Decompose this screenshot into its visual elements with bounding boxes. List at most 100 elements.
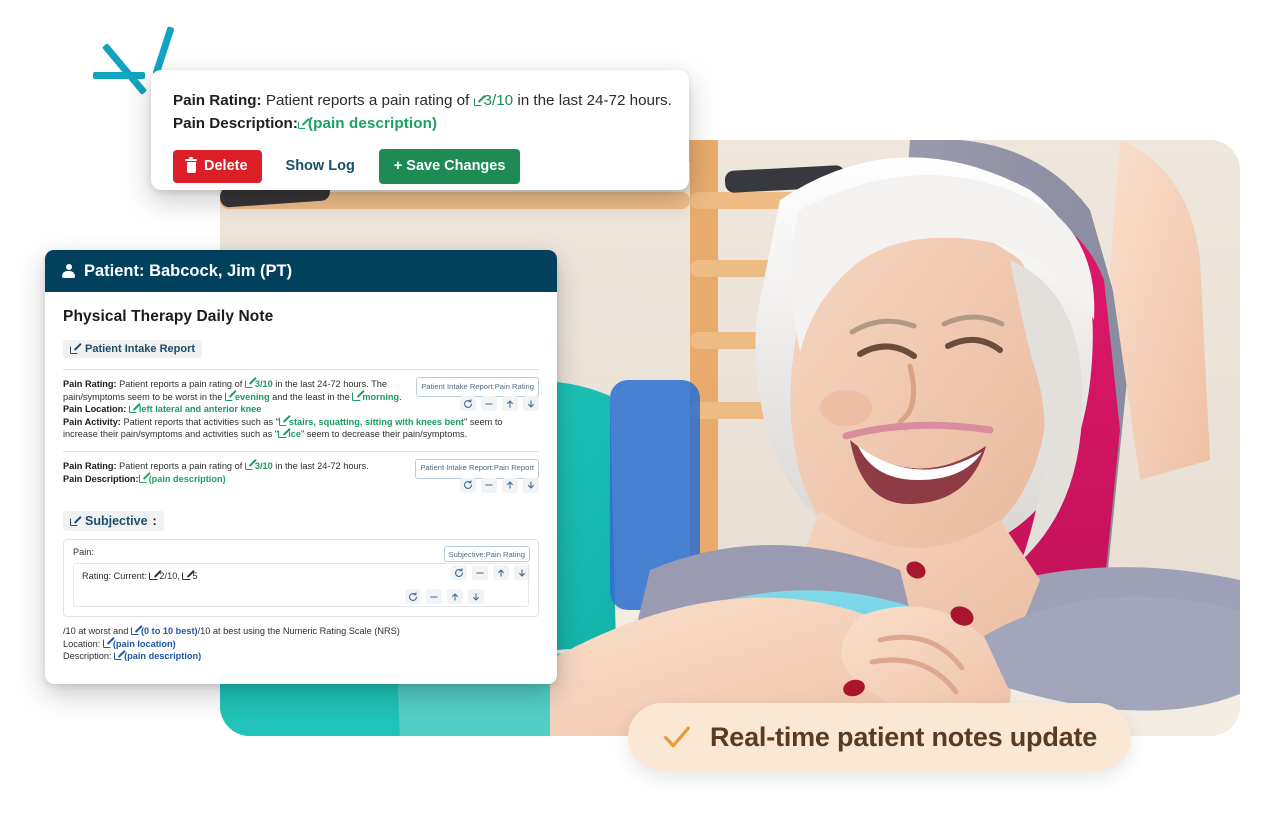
subjective-panel: Subjective:Pain Rating Pain: Rating: Cur… (63, 539, 539, 618)
note-text: Patient reports a pain rating of (119, 460, 243, 471)
status-badge: Real-time patient notes update (628, 703, 1132, 771)
note-value-aggravating-activities[interactable]: stairs, squatting, sitting with knees be… (289, 417, 464, 427)
edit-pencil-icon[interactable] (244, 459, 257, 470)
refresh-icon[interactable] (460, 477, 476, 493)
subjective-footer: /10 at worst and (0 to 10 best)/10 at be… (63, 624, 539, 663)
section-tag-subjective[interactable]: Subjective : (63, 511, 164, 532)
note-text: in the last 24-72 hours. (275, 460, 369, 471)
note-value-worst-time[interactable]: evening (235, 392, 270, 402)
pain-edit-popover: Pain Rating: Patient reports a pain rati… (151, 70, 689, 190)
section-tag-patient-intake-report[interactable]: Patient Intake Report (63, 340, 203, 358)
footer-value-best-scale[interactable]: (0 to 10 best) (141, 626, 198, 636)
edit-pencil-icon[interactable] (128, 402, 141, 414)
note-text: and the least in the (272, 391, 350, 402)
edit-pencil-icon[interactable] (224, 390, 237, 401)
sparkle-line-horizontal (93, 72, 145, 79)
check-icon (664, 726, 690, 748)
edit-pencil-icon[interactable] (278, 428, 290, 439)
note-text: Patient reports that activities such as … (123, 416, 279, 427)
refresh-icon[interactable] (405, 589, 421, 605)
note-block-pain-report: Patient Intake Report:Pain Report Pain R… (63, 450, 539, 495)
arrow-down-icon[interactable] (468, 589, 484, 605)
save-changes-button[interactable]: + Save Changes (378, 149, 521, 184)
rating-label: Rating: Current: (82, 571, 147, 582)
minus-icon[interactable] (426, 589, 442, 605)
minus-icon[interactable] (481, 396, 497, 411)
edit-pencil-icon[interactable] (182, 569, 195, 581)
note-line-pain-description: Pain Description: (pain description) (63, 472, 403, 486)
popover-pain-description-value[interactable]: (pain description) (308, 115, 437, 132)
note-value-pain-location[interactable]: left lateral and anterior knee (139, 404, 262, 414)
delete-button[interactable]: Delete (173, 150, 262, 183)
sparkle-line-right (152, 26, 175, 76)
note-value-pain-rating[interactable]: 3/10 (255, 461, 273, 471)
edit-pencil-icon[interactable] (473, 95, 486, 106)
edit-pencil-icon[interactable] (244, 377, 257, 388)
note-value-least-time[interactable]: morning (362, 392, 399, 402)
popover-pain-description-label: Pain Description: (173, 115, 298, 132)
person-icon (62, 263, 75, 279)
composition-stage: Pain Rating: Patient reports a pain rati… (0, 0, 1280, 840)
page-title: Physical Therapy Daily Note (63, 308, 274, 325)
note-label: Pain Activity: (63, 416, 121, 427)
edit-pencil-icon[interactable] (149, 569, 162, 581)
footer-description-line: Description: (pain description) (63, 650, 539, 663)
rating-current-value[interactable]: 2/10, (159, 571, 179, 581)
edit-pencil-icon[interactable] (352, 390, 365, 401)
note-line-pain-rating: Pain Rating: Patient reports a pain rati… (63, 377, 403, 403)
note-value-pain-description[interactable]: (pain description) (149, 474, 226, 484)
note-text: Patient reports a pain rating of (119, 379, 243, 389)
note-text: " seem to decrease their pain/symptoms. (300, 429, 468, 440)
arrow-down-icon[interactable] (523, 477, 539, 493)
block-controls (460, 477, 539, 493)
rating-secondary-value[interactable]: 5 (192, 571, 197, 581)
edit-pencil-icon (70, 343, 82, 354)
arrow-up-icon[interactable] (447, 589, 463, 605)
block-source-tag: Patient Intake Report:Pain Report (415, 458, 539, 479)
edit-pencil-icon[interactable] (138, 472, 151, 483)
section-tag-label: Patient Intake Report (85, 343, 196, 355)
footer-text: /10 at worst and (63, 626, 129, 637)
block-source-tag: Subjective:Pain Rating (443, 546, 530, 563)
patient-name-title: Patient: Babcock, Jim (PT) (84, 261, 293, 280)
footer-label: Location: (63, 638, 101, 649)
sparkle-line-diagonal (101, 43, 148, 95)
popover-actions: Delete Show Log + Save Changes (173, 149, 667, 184)
note-value-pain-rating[interactable]: 3/10 (255, 379, 273, 389)
subjective-rating-box: Rating: Current: 2/10, 5 (73, 563, 529, 608)
minus-icon[interactable] (481, 477, 497, 493)
note-line-pain-activity: Pain Activity: Patient reports that acti… (63, 415, 531, 441)
footer-value-description[interactable]: (pain description) (124, 651, 201, 661)
section-tag-colon: : (152, 514, 157, 529)
refresh-icon[interactable] (460, 396, 476, 411)
delete-button-label: Delete (204, 158, 248, 174)
edit-pencil-icon[interactable] (278, 415, 291, 426)
edit-pencil-icon (70, 515, 82, 527)
note-text: . (399, 391, 402, 402)
footer-value-location[interactable]: (pain location) (113, 639, 176, 649)
note-block-pain-rating: Patient Intake Report:Pain Rating Pain R… (63, 369, 539, 451)
popover-pain-rating-text-before: Patient reports a pain rating of (265, 92, 470, 109)
note-line-pain-location: Pain Location: left lateral and anterior… (63, 402, 403, 416)
note-value-easing-activities[interactable]: ice (288, 429, 301, 439)
arrow-up-icon[interactable] (502, 477, 518, 493)
note-line-pain-rating: Pain Rating: Patient reports a pain rati… (63, 459, 403, 473)
edit-pencil-icon[interactable] (114, 650, 126, 661)
footer-text: /10 at best using the Numeric Rating Sca… (197, 626, 400, 637)
footer-nrs-line: /10 at worst and (0 to 10 best)/10 at be… (63, 624, 539, 638)
show-log-button[interactable]: Show Log (270, 150, 371, 183)
popover-pain-rating-text-after: in the last 24-72 hours. (517, 92, 672, 109)
arrow-up-icon[interactable] (502, 396, 518, 411)
section-tag-label: Subjective (85, 514, 148, 529)
popover-pain-rating-line: Pain Rating: Patient reports a pain rati… (173, 89, 672, 112)
edit-pencil-icon[interactable] (102, 637, 115, 648)
edit-pencil-icon[interactable] (130, 624, 143, 636)
edit-pencil-icon[interactable] (297, 118, 310, 129)
patient-card-header: Patient: Babcock, Jim (PT) (45, 250, 557, 292)
popover-pain-rating-value[interactable]: 3/10 (484, 92, 514, 109)
note-label: Pain Rating: (63, 379, 117, 389)
subjective-rating-line: Rating: Current: 2/10, 5 (82, 569, 520, 582)
trash-icon (185, 157, 197, 174)
arrow-down-icon[interactable] (523, 396, 539, 411)
note-label: Pain Rating: (63, 460, 117, 471)
